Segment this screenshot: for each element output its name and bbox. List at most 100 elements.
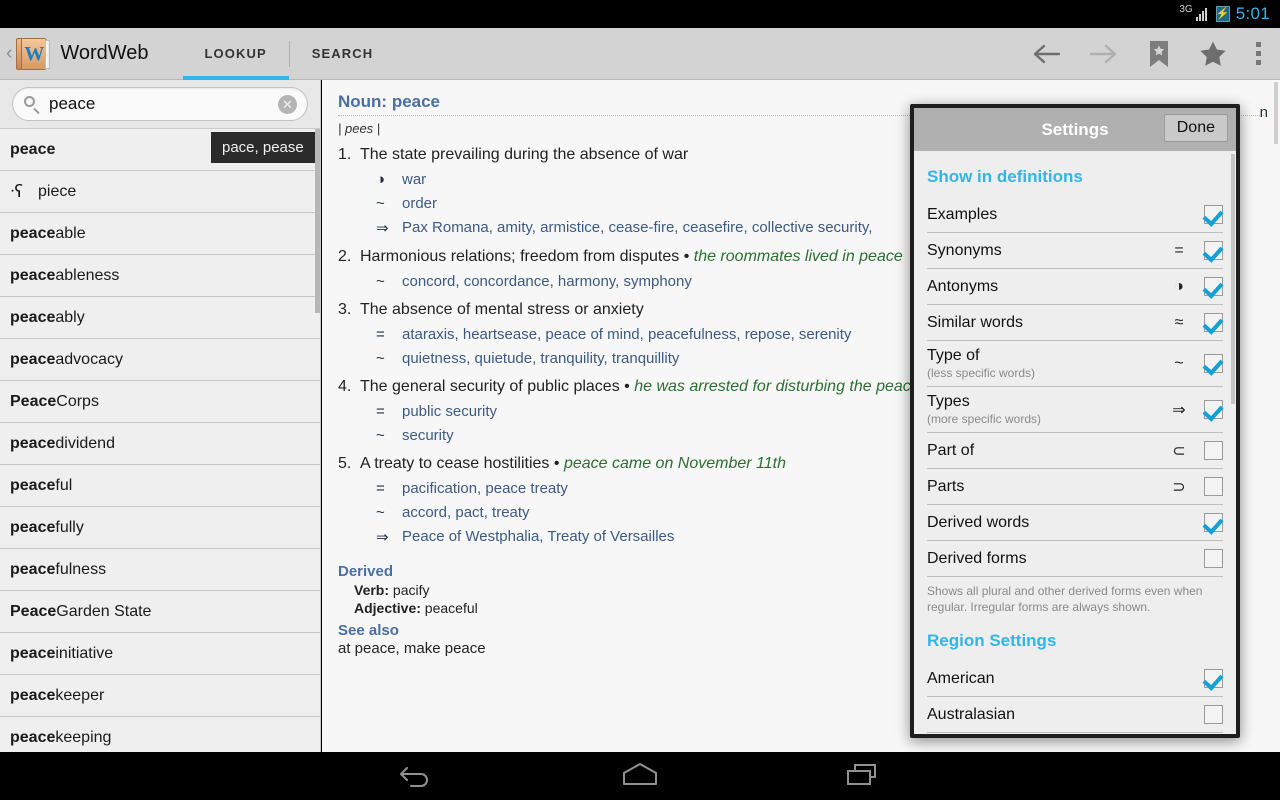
setting-checkbox[interactable] xyxy=(1204,277,1223,296)
setting-label: Types xyxy=(927,393,970,410)
setting-row[interactable]: Derived words xyxy=(927,505,1223,541)
list-item[interactable]: peace fulness xyxy=(0,549,320,591)
pronounce-icon[interactable]: ᐧʕ xyxy=(10,182,32,202)
settings-list[interactable]: Show in definitions Examples Synonyms = Anto… xyxy=(914,151,1236,734)
sense-text: The absence of mental stress or anxiety xyxy=(360,301,644,318)
tab-lookup[interactable]: LOOKUP xyxy=(182,28,289,80)
relation-words[interactable]: pacification, peace treaty xyxy=(402,480,568,497)
sense-text: A treaty to cease hostilities xyxy=(360,455,550,472)
setting-symbol-icon: ⊃ xyxy=(1172,478,1186,496)
list-item[interactable]: peace keeper xyxy=(0,675,320,717)
relation-words[interactable]: Pax Romana, amity, armistice, cease-fire… xyxy=(402,219,872,237)
setting-checkbox[interactable] xyxy=(1204,549,1223,568)
list-item-label: ably xyxy=(55,308,85,326)
list-item[interactable]: Peace Corps xyxy=(0,381,320,423)
sidebar-scrollbar[interactable] xyxy=(315,129,320,313)
relation-words[interactable]: quietness, quietude, tranquility, tranqu… xyxy=(402,350,679,367)
setting-label-block: Examples xyxy=(927,205,1163,225)
sense-example: peace came on November 11th xyxy=(563,455,786,472)
relation-symbol-icon: ⇒ xyxy=(376,220,389,237)
word-list[interactable]: peace ᐧʕ piece peace able peace ableness peace a… xyxy=(0,129,320,752)
setting-checkbox[interactable] xyxy=(1204,669,1223,688)
forward-arrow-icon[interactable] xyxy=(1089,43,1119,65)
search-box[interactable]: ✕ xyxy=(12,87,308,121)
setting-label-block: Derived words xyxy=(927,513,1163,533)
list-item[interactable]: peace ful xyxy=(0,465,320,507)
relation-words[interactable]: Peace of Westphalia, Treaty of Versaille… xyxy=(402,528,674,546)
setting-checkbox[interactable] xyxy=(1204,441,1223,460)
setting-label-block: Part of xyxy=(927,441,1163,461)
relation-words[interactable]: ataraxis, heartsease, peace of mind, pea… xyxy=(402,326,851,343)
word-list-sidebar: ✕ peaceᐧʕpiecepeaceablepeaceablenesspeac… xyxy=(0,80,321,752)
nav-recents-button[interactable] xyxy=(843,760,883,793)
clear-search-icon[interactable]: ✕ xyxy=(278,94,297,114)
setting-checkbox[interactable] xyxy=(1204,241,1223,260)
relation-symbol-icon: ~ xyxy=(376,504,385,521)
nav-home-button[interactable] xyxy=(619,760,661,793)
relation-words[interactable]: concord, concordance, harmony, symphony xyxy=(402,273,692,290)
relation-words[interactable]: war xyxy=(402,171,426,188)
dialog-scrollbar[interactable] xyxy=(1231,154,1235,404)
setting-row[interactable]: Derived forms xyxy=(927,541,1223,577)
list-item[interactable]: peace advocacy xyxy=(0,339,320,381)
star-icon[interactable] xyxy=(1199,40,1227,67)
list-item-match: peace xyxy=(10,434,56,452)
list-item-match: peace xyxy=(10,350,56,368)
sense-example: he was arrested for disturbing the peace xyxy=(634,378,920,395)
list-item[interactable]: peace fully xyxy=(0,507,320,549)
list-item[interactable]: peace able xyxy=(0,213,320,255)
list-item[interactable]: peace initiative xyxy=(0,633,320,675)
setting-label-block: American xyxy=(927,669,1163,689)
list-item[interactable]: peace keeping xyxy=(0,717,320,752)
setting-checkbox[interactable] xyxy=(1204,705,1223,724)
setting-label: Type of xyxy=(927,347,980,364)
setting-row[interactable]: American xyxy=(927,661,1223,697)
setting-row[interactable]: Antonyms ◑ xyxy=(927,269,1223,305)
setting-row[interactable]: Part of ⊂ xyxy=(927,433,1223,469)
list-item-label: advocacy xyxy=(55,350,123,368)
list-item-match: peace xyxy=(10,644,56,662)
setting-row[interactable]: Similar words ≈ xyxy=(927,305,1223,341)
setting-checkbox[interactable] xyxy=(1204,205,1223,224)
relation-words[interactable]: public security xyxy=(402,403,497,420)
list-item[interactable]: ᐧʕ piece xyxy=(0,171,320,213)
done-button[interactable]: Done xyxy=(1163,114,1228,142)
setting-checkbox[interactable] xyxy=(1204,513,1223,532)
relation-symbol-icon: ~ xyxy=(376,195,385,212)
setting-row[interactable]: Types (more specific words) ⇒ xyxy=(927,387,1223,433)
list-item[interactable]: peace dividend xyxy=(0,423,320,465)
setting-label-block: Similar words xyxy=(927,313,1163,333)
setting-row[interactable]: Synonyms = xyxy=(927,233,1223,269)
up-caret-icon[interactable]: ‹ xyxy=(0,43,16,65)
relation-words[interactable]: accord, pact, treaty xyxy=(402,504,530,521)
app-bar-actions xyxy=(1031,40,1280,68)
setting-row[interactable]: Parts ⊃ xyxy=(927,469,1223,505)
setting-checkbox[interactable] xyxy=(1204,400,1223,419)
tab-search[interactable]: SEARCH xyxy=(290,28,396,80)
relation-symbol-icon: ~ xyxy=(376,350,385,367)
back-arrow-icon[interactable] xyxy=(1031,43,1061,65)
derived-word[interactable]: peaceful xyxy=(421,600,478,616)
relation-symbol-icon: = xyxy=(376,326,385,343)
bookmark-star-icon[interactable] xyxy=(1147,40,1171,68)
setting-checkbox[interactable] xyxy=(1204,477,1223,496)
nav-back-button[interactable] xyxy=(397,760,437,793)
wordweb-logo-icon[interactable]: W xyxy=(16,37,51,71)
list-item[interactable]: peace ableness xyxy=(0,255,320,297)
relation-words[interactable]: order xyxy=(402,195,437,212)
overflow-menu-icon[interactable] xyxy=(1255,41,1262,67)
setting-row[interactable]: Examples xyxy=(927,197,1223,233)
list-item[interactable]: peace ably xyxy=(0,297,320,339)
relation-words[interactable]: security xyxy=(402,427,454,444)
setting-label: Similar words xyxy=(927,313,1024,331)
list-item[interactable]: Peace Garden State xyxy=(0,591,320,633)
content-scrollbar[interactable] xyxy=(1274,82,1278,144)
setting-checkbox[interactable] xyxy=(1204,354,1223,373)
dialog-title: Settings xyxy=(1041,119,1109,139)
derived-word[interactable]: pacify xyxy=(389,582,430,598)
setting-checkbox[interactable] xyxy=(1204,313,1223,332)
setting-row[interactable]: Australasian xyxy=(927,697,1223,733)
search-input[interactable] xyxy=(49,94,278,114)
setting-label-block: Synonyms xyxy=(927,241,1163,261)
setting-row[interactable]: Type of (less specific words) ~ xyxy=(927,341,1223,387)
